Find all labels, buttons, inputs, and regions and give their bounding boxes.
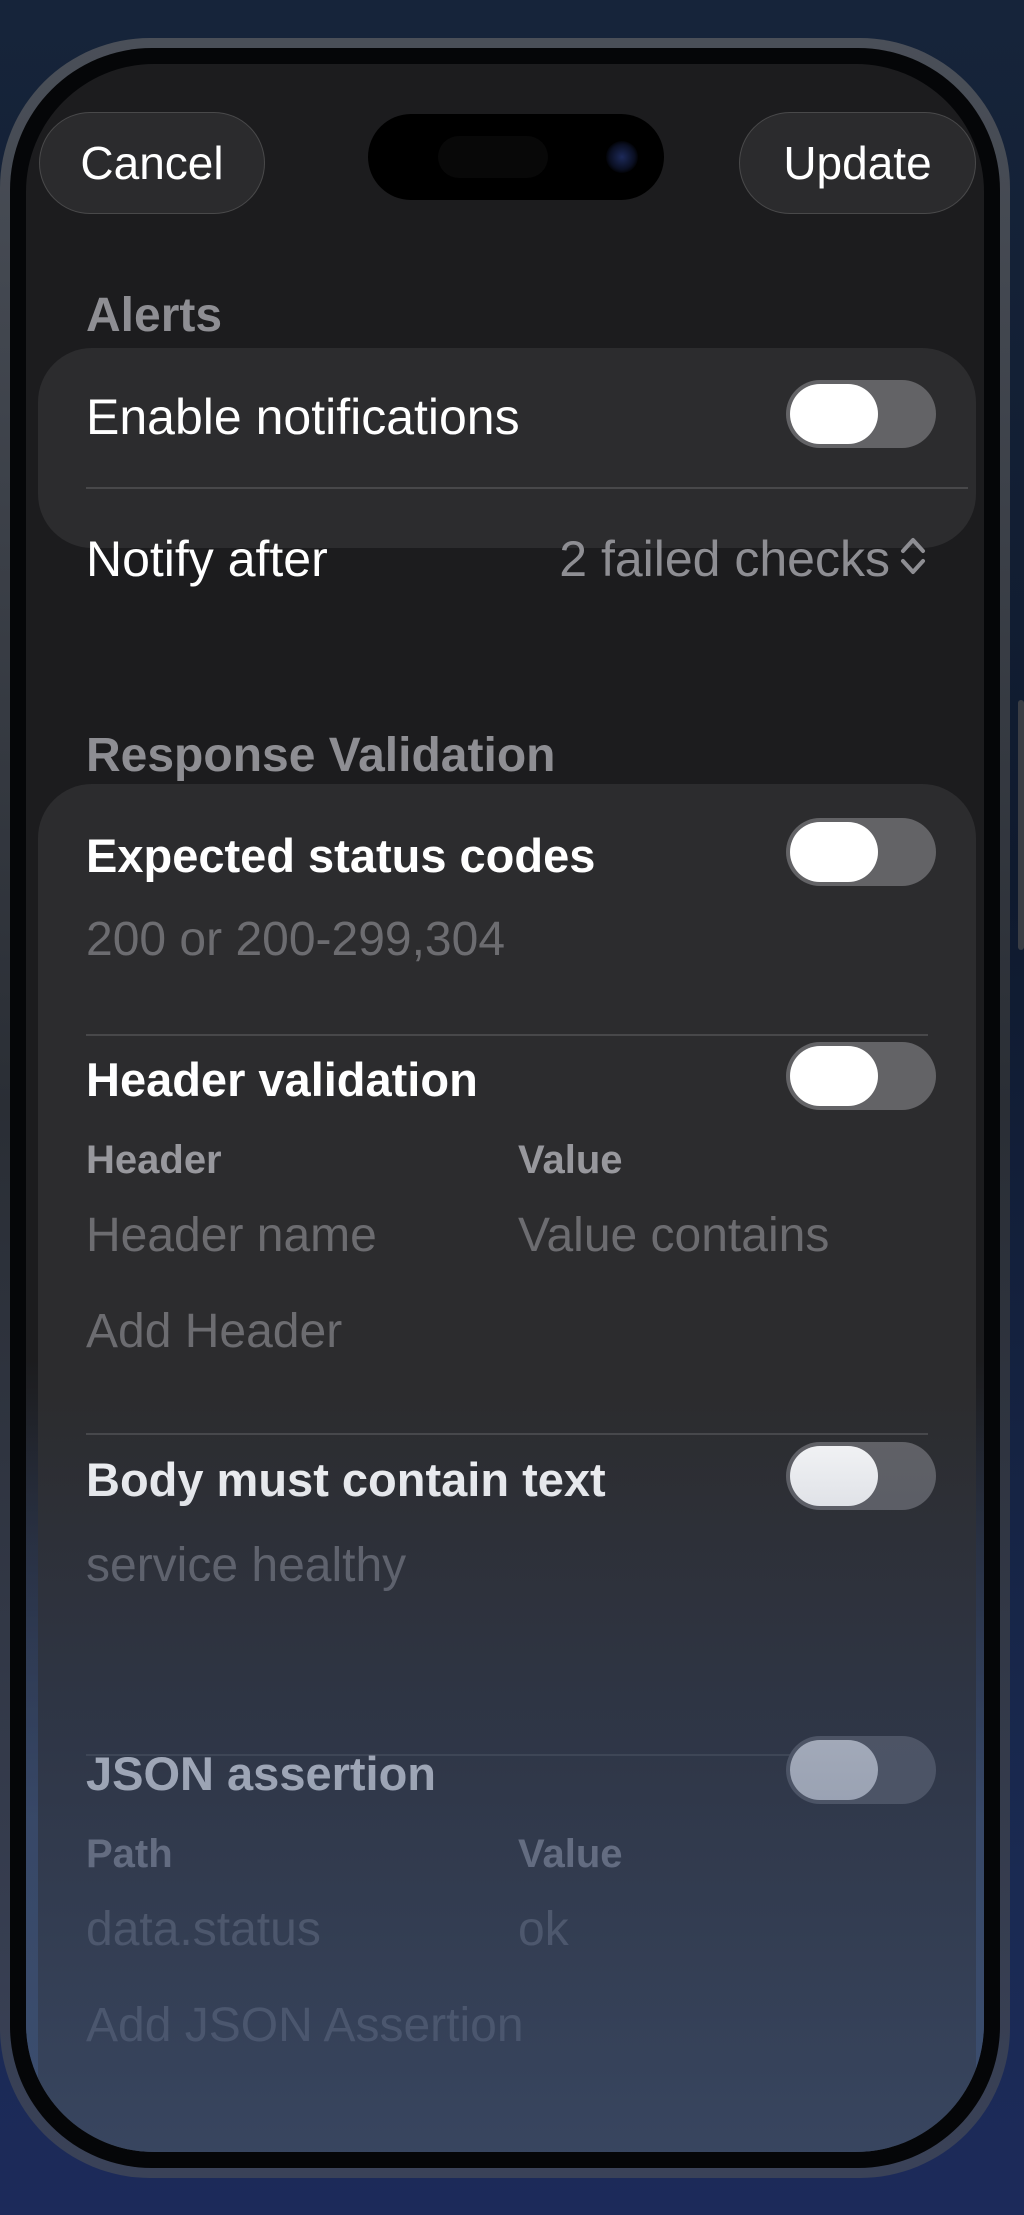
- header-validation-toggle[interactable]: [786, 1042, 936, 1110]
- side-button: [1018, 700, 1024, 950]
- json-value-input[interactable]: ok: [518, 1902, 569, 1957]
- chevron-up-down-icon[interactable]: [898, 534, 928, 578]
- path-column-label: Path: [86, 1832, 173, 1876]
- toggle-knob: [790, 1046, 878, 1106]
- notify-after-value[interactable]: 2 failed checks: [559, 530, 890, 588]
- response-validation-card: Expected status codes 200 or 200-299,304…: [38, 784, 976, 2152]
- cancel-button[interactable]: Cancel: [39, 112, 265, 214]
- notify-after-label: Notify after: [86, 531, 328, 587]
- alerts-card: Enable notifications Notify after 2 fail…: [38, 348, 976, 587]
- alerts-section-title: Alerts: [86, 289, 223, 342]
- toggle-knob: [790, 384, 878, 444]
- toggle-knob: [790, 822, 878, 882]
- status-codes-input[interactable]: 200 or 200-299,304: [86, 912, 505, 967]
- toggle-knob: [790, 1740, 878, 1800]
- expected-status-codes-toggle[interactable]: [786, 818, 936, 886]
- divider: [86, 1433, 928, 1435]
- header-column-label: Header: [86, 1138, 222, 1182]
- value-column-label: Value: [518, 1138, 623, 1182]
- divider: [86, 487, 968, 489]
- body-text-input[interactable]: service healthy: [86, 1538, 406, 1593]
- divider: [86, 1034, 928, 1036]
- header-value-input[interactable]: Value contains: [518, 1208, 829, 1263]
- enable-notifications-toggle[interactable]: [786, 380, 936, 448]
- add-json-assertion-button[interactable]: Add JSON Assertion: [86, 1998, 524, 2053]
- enable-notifications-label: Enable notifications: [86, 389, 520, 445]
- json-value-column-label: Value: [518, 1832, 623, 1876]
- header-validation-label: Header validation: [86, 1053, 478, 1106]
- dynamic-island: [368, 114, 664, 200]
- header-name-input[interactable]: Header name: [86, 1208, 377, 1263]
- update-button[interactable]: Update: [739, 112, 976, 214]
- body-contains-label: Body must contain text: [86, 1453, 606, 1506]
- expected-status-codes-label: Expected status codes: [86, 829, 596, 882]
- json-path-input[interactable]: data.status: [86, 1902, 321, 1957]
- background: Cancel Update Alerts Enable notification…: [0, 0, 1024, 2215]
- phone-frame: Cancel Update Alerts Enable notification…: [0, 38, 1010, 2178]
- form-sheet: Cancel Update Alerts Enable notification…: [26, 64, 984, 2152]
- response-validation-section-title: Response Validation: [86, 729, 556, 782]
- body-contains-toggle[interactable]: [786, 1442, 936, 1510]
- json-assertion-toggle[interactable]: [786, 1736, 936, 1804]
- add-header-button[interactable]: Add Header: [86, 1304, 342, 1359]
- toggle-knob: [790, 1446, 878, 1506]
- json-assertion-label: JSON assertion: [86, 1747, 437, 1800]
- camera-icon: [606, 141, 638, 173]
